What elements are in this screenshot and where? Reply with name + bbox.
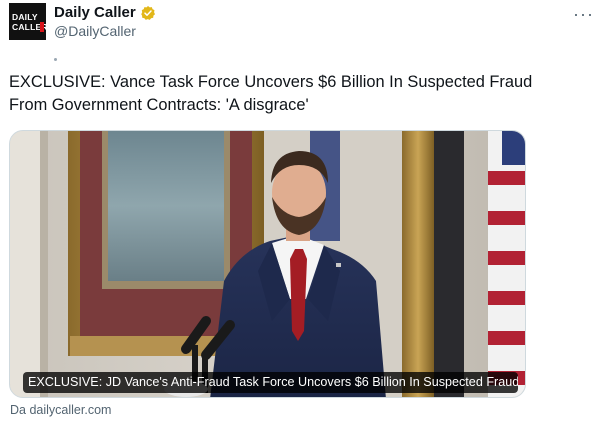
link-card[interactable]: EXCLUSIVE: JD Vance's Anti-Fraud Task Fo… bbox=[9, 130, 526, 398]
logo-accent bbox=[40, 22, 44, 32]
more-options-icon[interactable]: ··· bbox=[573, 5, 594, 23]
post-text: EXCLUSIVE: Vance Task Force Uncovers $6 … bbox=[9, 73, 533, 114]
display-name[interactable]: Daily Caller bbox=[54, 4, 136, 21]
decorative-dot bbox=[54, 58, 57, 61]
link-source[interactable]: Da dailycaller.com bbox=[10, 403, 111, 417]
account-names: Daily Caller @DailyCaller bbox=[54, 4, 156, 39]
link-card-image bbox=[10, 131, 525, 397]
post-header: DAILY CALLER Daily Caller @DailyCaller bbox=[9, 3, 156, 41]
account-handle[interactable]: @DailyCaller bbox=[54, 23, 156, 39]
avatar-logo-line1: DAILY bbox=[12, 12, 38, 22]
verified-badge-icon bbox=[140, 5, 155, 20]
link-card-title[interactable]: EXCLUSIVE: JD Vance's Anti-Fraud Task Fo… bbox=[23, 372, 518, 393]
avatar[interactable]: DAILY CALLER bbox=[9, 3, 46, 40]
